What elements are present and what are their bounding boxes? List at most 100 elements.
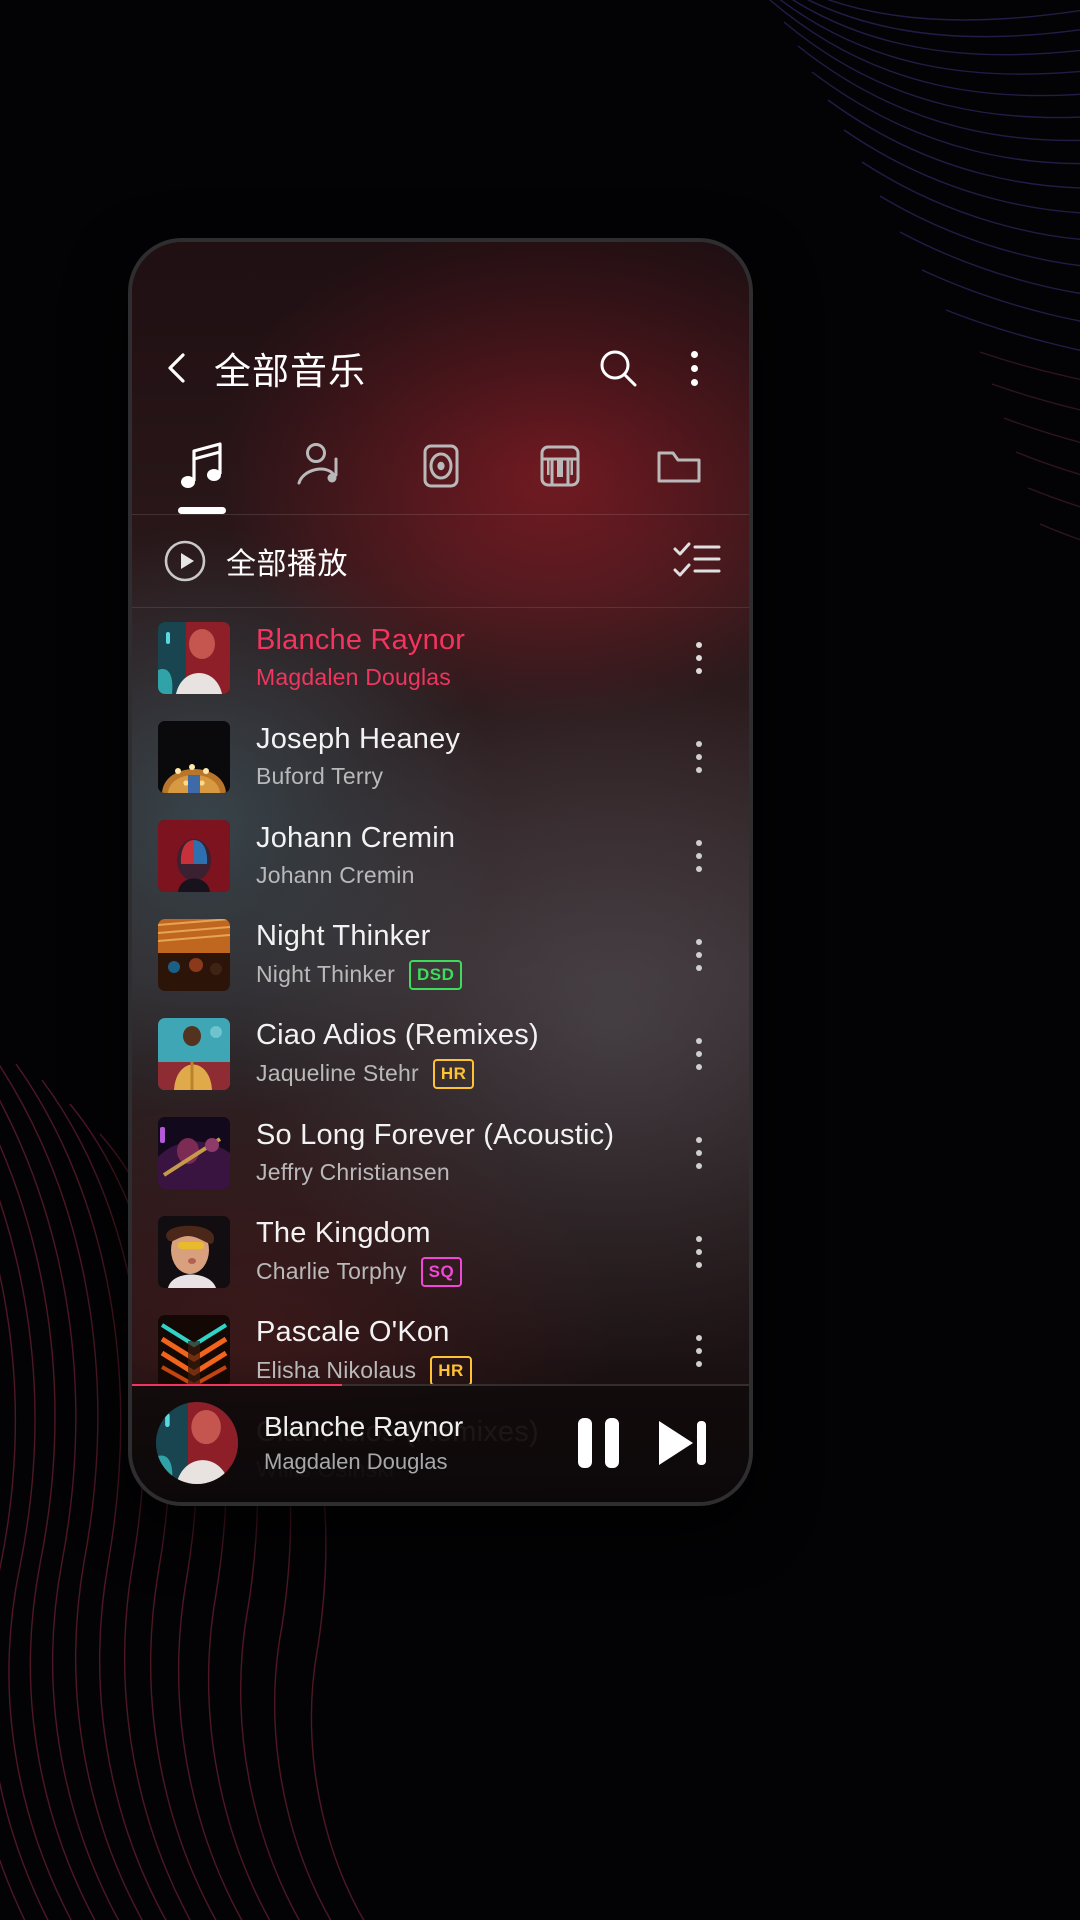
song-artist: Magdalen Douglas — [256, 664, 451, 690]
album-art-yellow-suit — [158, 1017, 230, 1090]
song-text: Night Thinker Night Thinker DSD — [256, 920, 671, 990]
row-overflow-button[interactable] — [671, 1334, 727, 1367]
quality-badge: SQ — [420, 1256, 463, 1287]
row-overflow-button[interactable] — [671, 1136, 727, 1169]
tab-albums[interactable] — [381, 428, 500, 514]
more-vertical-icon — [696, 938, 702, 971]
album-art — [158, 1314, 230, 1387]
play-all-label: 全部播放 — [226, 548, 348, 581]
play-all-row: 全部播放 — [132, 515, 749, 607]
row-overflow-button[interactable] — [671, 740, 727, 773]
pause-button[interactable] — [559, 1404, 637, 1482]
song-text: Johann Cremin Johann Cremin — [256, 822, 671, 889]
row-overflow-button[interactable] — [671, 938, 727, 971]
more-vertical-icon — [696, 641, 702, 674]
more-vertical-icon — [696, 1235, 702, 1268]
song-list[interactable]: Blanche Raynor Magdalen Douglas Joseph H… — [132, 608, 749, 1488]
more-vertical-icon — [696, 1136, 702, 1169]
tab-songs[interactable] — [142, 428, 261, 514]
search-button[interactable] — [593, 343, 643, 393]
checklist-icon[interactable] — [673, 540, 721, 582]
mini-player-avatar[interactable] — [156, 1402, 238, 1484]
search-icon — [600, 350, 637, 387]
song-subtitle: Charlie Torphy SQ — [256, 1256, 671, 1287]
table-row[interactable]: Night Thinker Night Thinker DSD — [132, 905, 749, 1004]
row-overflow-button[interactable] — [671, 641, 727, 674]
song-title: Johann Cremin — [256, 822, 456, 854]
song-title: The Kingdom — [256, 1216, 431, 1249]
row-overflow-button[interactable] — [671, 839, 727, 872]
song-title: Blanche Raynor — [256, 624, 466, 656]
album-art-neon-portrait-red — [156, 1402, 238, 1484]
table-row[interactable]: So Long Forever (Acoustic) Jeffry Christ… — [132, 1103, 749, 1202]
album-art-concert-stage — [158, 918, 230, 991]
table-row[interactable]: Johann Cremin Johann Cremin — [132, 806, 749, 905]
play-all-button[interactable]: 全部播放 — [162, 538, 348, 584]
song-text: The Kingdom Charlie Torphy SQ — [256, 1217, 671, 1287]
song-text: Joseph Heaney Buford Terry — [256, 723, 671, 790]
song-artist: Elisha Nikolaus — [256, 1357, 417, 1383]
pause-icon — [577, 1418, 619, 1468]
song-artist: Buford Terry — [256, 763, 384, 789]
mini-player-text: Blanche Raynor Magdalen Douglas — [264, 1411, 559, 1475]
album-art-red-blue-face — [158, 819, 230, 892]
phone-screen: 全部音乐 全部播放 Blanche Raynor Magdalen Dougla… — [132, 242, 749, 1502]
song-artist: Johann Cremin — [256, 862, 415, 888]
table-row[interactable]: Joseph Heaney Buford Terry — [132, 707, 749, 806]
tab-bar — [132, 428, 749, 514]
song-title: So Long Forever (Acoustic) — [256, 1119, 615, 1151]
piano-icon — [540, 445, 580, 487]
song-title: Joseph Heaney — [256, 723, 461, 755]
artist-icon — [297, 443, 338, 485]
next-track-button[interactable] — [643, 1404, 721, 1482]
song-artist: Jeffry Christiansen — [256, 1159, 450, 1185]
album-art — [158, 918, 230, 991]
playback-progress-bar[interactable] — [132, 1384, 749, 1386]
tab-folders[interactable] — [620, 428, 739, 514]
table-row[interactable]: Ciao Adios (Remixes) Jaqueline Stehr HR — [132, 1004, 749, 1103]
album-disc-icon — [423, 444, 459, 488]
album-art-neon-chevrons — [158, 1314, 230, 1387]
album-art — [158, 1116, 230, 1189]
song-text: Ciao Adios (Remixes) Jaqueline Stehr HR — [256, 1019, 671, 1089]
more-vertical-icon — [696, 839, 702, 872]
song-subtitle: Night Thinker DSD — [256, 959, 671, 990]
skip-next-icon — [659, 1421, 706, 1465]
quality-badge: HR — [430, 1355, 472, 1386]
mini-player-artist: Magdalen Douglas — [264, 1449, 448, 1474]
play-circle-icon — [164, 540, 206, 582]
tab-genres[interactable] — [500, 428, 619, 514]
quality-badge: DSD — [408, 959, 463, 990]
mini-player[interactable]: Blanche Raynor Magdalen Douglas — [132, 1384, 749, 1502]
song-subtitle: Buford Terry — [256, 763, 671, 790]
song-title: Night Thinker — [256, 919, 431, 952]
song-title: Pascale O'Kon — [256, 1315, 450, 1348]
more-vertical-icon — [696, 1334, 702, 1367]
row-overflow-button[interactable] — [671, 1037, 727, 1070]
row-overflow-button[interactable] — [671, 1235, 727, 1268]
playback-progress-fill — [132, 1384, 342, 1386]
song-text: Blanche Raynor Magdalen Douglas — [256, 624, 671, 691]
song-text: So Long Forever (Acoustic) Jeffry Christ… — [256, 1119, 671, 1186]
song-title: Ciao Adios (Remixes) — [256, 1018, 539, 1051]
album-art-neon-portrait-red — [158, 621, 230, 694]
album-art-woman-sunglasses — [158, 1215, 230, 1288]
song-subtitle: Johann Cremin — [256, 862, 671, 889]
chevron-left-icon[interactable] — [158, 348, 198, 388]
table-row[interactable]: Blanche Raynor Magdalen Douglas — [132, 608, 749, 707]
tab-artists[interactable] — [261, 428, 380, 514]
mini-player-title: Blanche Raynor — [264, 1411, 464, 1442]
more-vertical-icon — [696, 740, 702, 773]
table-row[interactable]: The Kingdom Charlie Torphy SQ — [132, 1202, 749, 1301]
music-note-icon — [180, 442, 222, 488]
quality-badge: HR — [432, 1058, 475, 1089]
phone-device-frame: 全部音乐 全部播放 Blanche Raynor Magdalen Dougla… — [128, 238, 753, 1506]
song-text: Pascale O'Kon Elisha Nikolaus HR — [256, 1316, 671, 1386]
album-art — [158, 1215, 230, 1288]
page-title: 全部音乐 — [214, 351, 366, 392]
album-art — [158, 621, 230, 694]
song-artist: Charlie Torphy — [256, 1258, 407, 1284]
album-art — [158, 720, 230, 793]
album-art — [158, 1017, 230, 1090]
overflow-menu-button[interactable] — [669, 343, 719, 393]
